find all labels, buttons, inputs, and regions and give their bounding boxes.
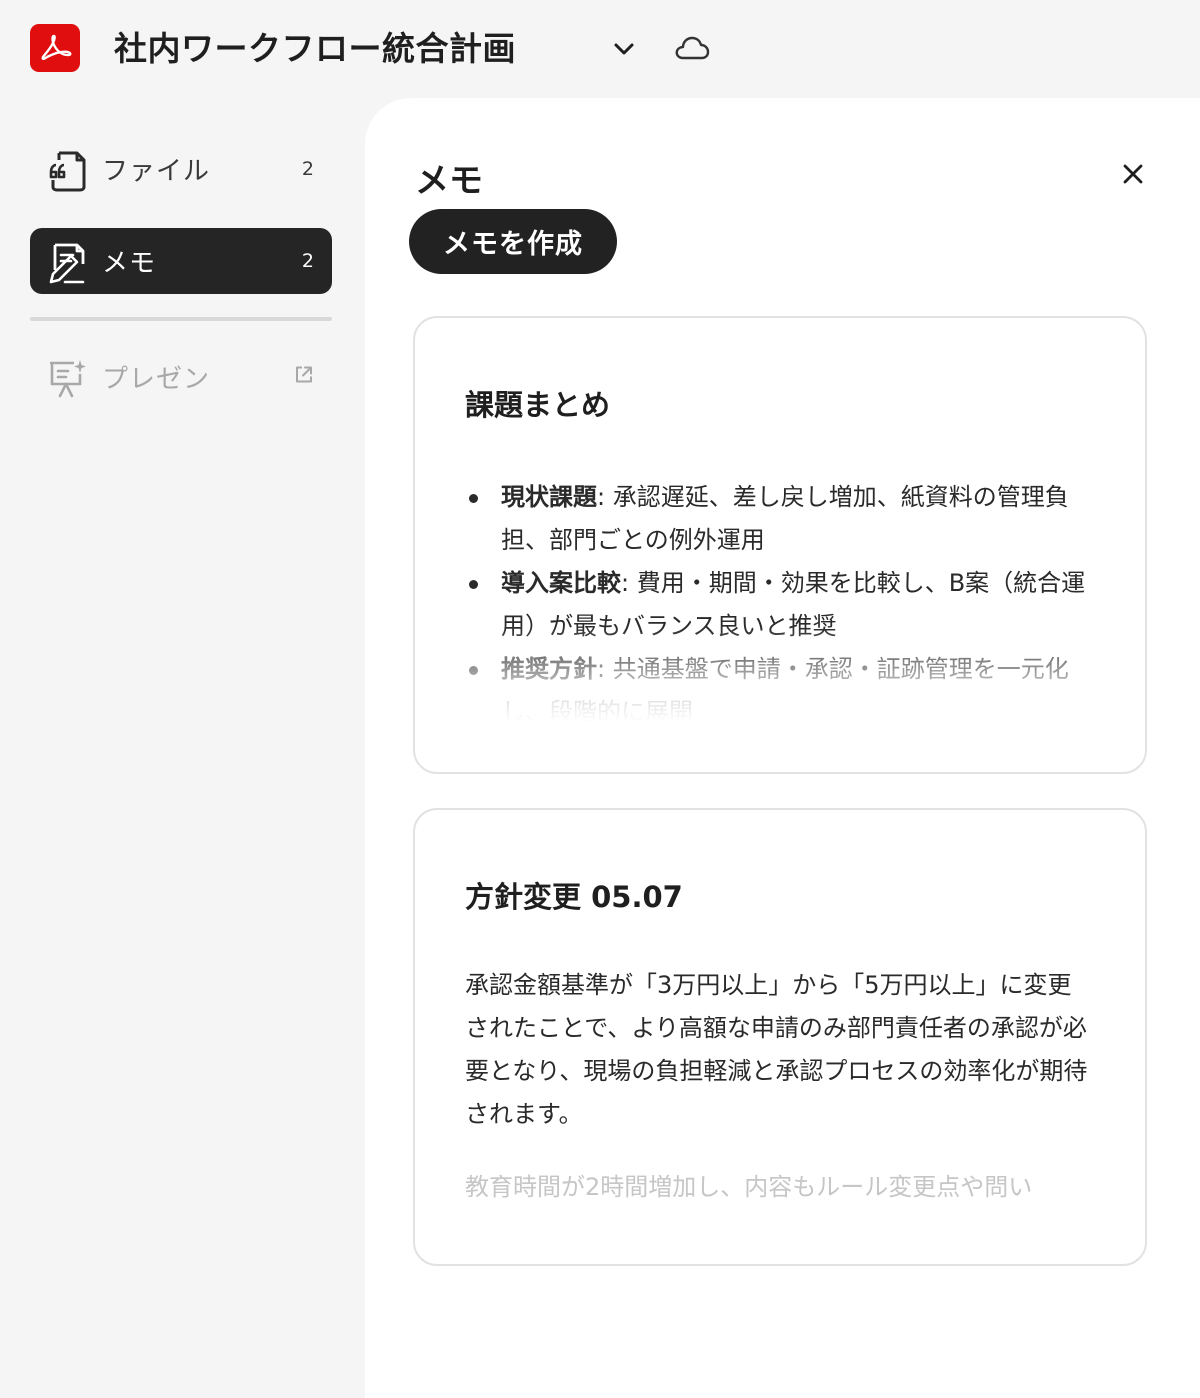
- file-quote-icon: [46, 150, 88, 192]
- panel-title: メモ: [415, 161, 483, 201]
- sidebar-item-notes[interactable]: メモ 2: [30, 228, 332, 294]
- note-edit-icon: [46, 242, 88, 284]
- acrobat-logo-icon[interactable]: [30, 24, 80, 72]
- note-body: 承認金額基準が「3万円以上」から「5万円以上」に変更されたことで、より高額な申請…: [465, 971, 1088, 1128]
- bullet-term: 推奨方針: [501, 655, 597, 683]
- presentation-sparkle-icon: [46, 358, 88, 400]
- cloud-icon[interactable]: [672, 30, 712, 66]
- app-header: 社内ワークフロー統合計画: [0, 0, 1200, 98]
- sidebar-item-count: 2: [301, 158, 314, 180]
- bullet-term: 現状課題: [501, 483, 597, 511]
- sidebar-item-count: 2: [301, 250, 314, 272]
- sidebar: ファイル 2 メモ 2 プレゼン: [0, 98, 365, 1357]
- chevron-down-icon[interactable]: [608, 34, 640, 64]
- sidebar-item-presentation[interactable]: プレゼン: [30, 344, 332, 410]
- note-title: 方針変更 05.07: [465, 880, 683, 914]
- note-title: 課題まとめ: [465, 388, 611, 422]
- document-title[interactable]: 社内ワークフロー統合計画: [114, 22, 516, 70]
- external-link-icon[interactable]: [294, 365, 314, 390]
- note-card[interactable]: 方針変更 05.07 承認金額基準が「3万円以上」から「5万円以上」に変更された…: [413, 808, 1147, 1266]
- sidebar-divider: [30, 317, 332, 321]
- close-icon[interactable]: [1117, 158, 1149, 190]
- note-body-truncated: 教育時間が2時間増加し、内容もルール変更点や問い: [465, 1173, 1033, 1201]
- list-item: 導入案比較: 費用・期間・効果を比較し、B案（統合運用）が最もバランス良いと推奨: [469, 562, 1093, 648]
- bullet-term: 導入案比較: [501, 569, 621, 597]
- sidebar-item-files[interactable]: ファイル 2: [30, 136, 332, 202]
- notes-panel: メモ メモを作成 課題まとめ 現状課題: 承認遅延、差し戻し増加、紙資料の管理負…: [365, 98, 1200, 1398]
- sidebar-item-label: メモ: [102, 248, 157, 279]
- sidebar-item-label: ファイル: [102, 156, 211, 187]
- create-note-button[interactable]: メモを作成: [409, 209, 617, 274]
- list-item: 現状課題: 承認遅延、差し戻し増加、紙資料の管理負担、部門ごとの例外運用: [469, 476, 1093, 562]
- bullet-list: 現状課題: 承認遅延、差し戻し増加、紙資料の管理負担、部門ごとの例外運用 導入案…: [465, 476, 1093, 722]
- note-body: 現状課題: 承認遅延、差し戻し増加、紙資料の管理負担、部門ごとの例外運用 導入案…: [465, 476, 1093, 722]
- note-card[interactable]: 課題まとめ 現状課題: 承認遅延、差し戻し増加、紙資料の管理負担、部門ごとの例外…: [413, 316, 1147, 774]
- sidebar-item-label: プレゼン: [102, 364, 211, 395]
- list-item: 推奨方針: 共通基盤で申請・承認・証跡管理を一元化し、段階的に展開: [469, 648, 1093, 722]
